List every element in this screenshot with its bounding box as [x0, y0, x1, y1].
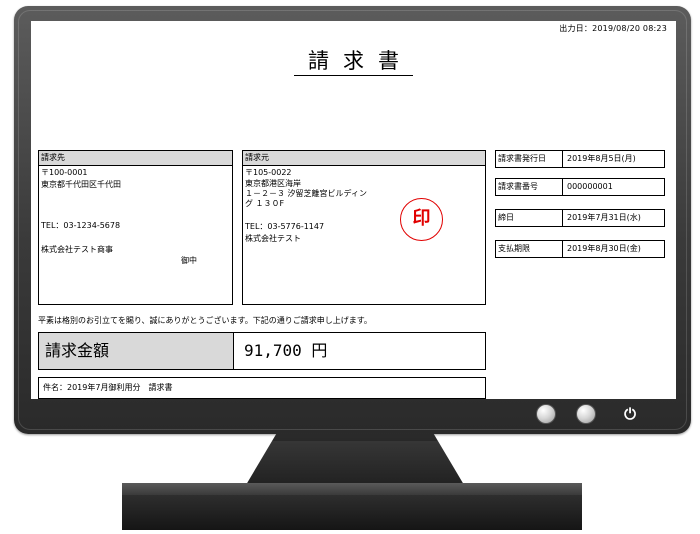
- monitor-stand-base-top: [122, 483, 582, 495]
- billing-from-box: 請求元 〒105-0022 東京都港区海岸 １－２－３ 汐留芝離宮ビルディン グ…: [242, 150, 486, 305]
- payment-due-value: 2019年8月30日(金): [563, 240, 665, 258]
- invoice-number-label: 請求書番号: [495, 178, 563, 196]
- greeting-text: 平素は格別のお引立てを賜り、誠にありがとうございます。下記の通りご請求申し上げま…: [38, 316, 372, 325]
- monitor-button-1[interactable]: [536, 404, 556, 424]
- billing-from-company: 株式会社テスト: [245, 234, 301, 243]
- issue-date-label: 請求書発行日: [495, 150, 563, 168]
- company-seal-stamp: 印: [400, 198, 443, 241]
- billing-from-header: 請求元: [243, 151, 485, 166]
- billing-from-postal: 〒105-0022: [245, 168, 292, 177]
- invoice-number-value: 000000001: [563, 178, 665, 196]
- payment-due-label: 支払期限: [495, 240, 563, 258]
- billing-to-company: 株式会社テスト商事: [41, 245, 113, 254]
- billing-to-address: 東京都千代田区千代田: [41, 180, 121, 189]
- billing-to-postal: 〒100-0001: [41, 168, 88, 177]
- invoice-title: 請求書: [31, 45, 676, 76]
- output-date: 出力日：2019/08/20 08:23: [559, 24, 667, 33]
- billing-from-tel: TEL：03-5776-1147: [245, 222, 325, 231]
- power-icon[interactable]: ⏻: [620, 404, 640, 424]
- billing-to-box: 請求先 〒100-0001 東京都千代田区千代田 TEL：03-1234-567…: [38, 150, 233, 305]
- invoice-title-text: 請求書: [294, 49, 413, 76]
- closing-date-label: 締日: [495, 209, 563, 227]
- billing-from-address-line3: グ １３０F: [245, 199, 285, 208]
- amount-value: 91,700 円: [233, 332, 486, 370]
- monitor-button-2[interactable]: [576, 404, 596, 424]
- issue-date-value: 2019年8月5日(月): [563, 150, 665, 168]
- amount-label: 請求金額: [38, 332, 233, 370]
- monitor-stand-base: [122, 495, 582, 530]
- billing-from-address-line2: １－２－３ 汐留芝離宮ビルディン: [245, 189, 367, 198]
- subject-line: 件名：2019年7月御利用分 請求書: [38, 377, 486, 399]
- billing-to-tel: TEL：03-1234-5678: [41, 221, 121, 230]
- billing-from-address-line1: 東京都港区海岸: [245, 179, 301, 188]
- closing-date-value: 2019年7月31日(水): [563, 209, 665, 227]
- billing-to-header: 請求先: [39, 151, 232, 166]
- monitor-stand-shadow: [272, 433, 438, 441]
- billing-to-honorific: 御中: [181, 256, 197, 265]
- monitor-screen: 出力日：2019/08/20 08:23 請求書 請求先 〒100-0001 東…: [31, 21, 676, 399]
